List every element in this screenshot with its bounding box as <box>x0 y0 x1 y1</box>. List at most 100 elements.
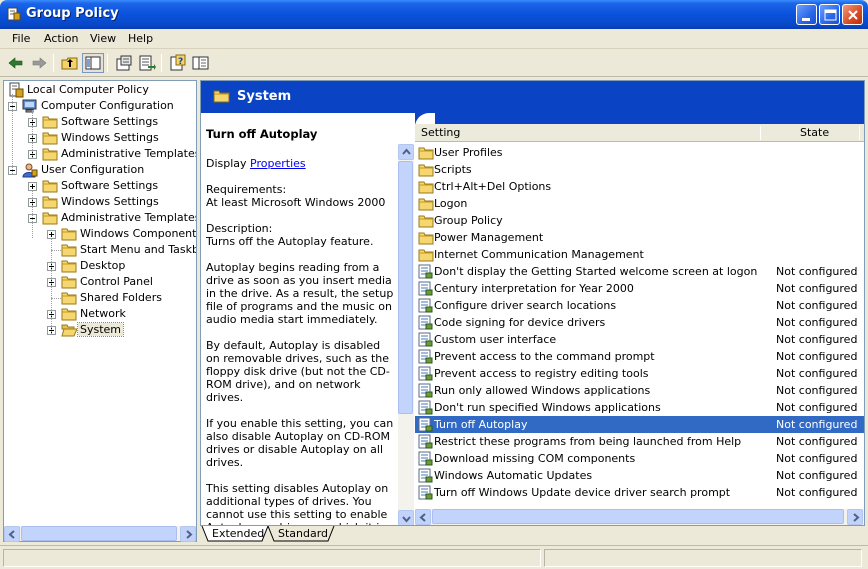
setting-name: Don't display the Getting Started welcom… <box>434 265 758 278</box>
tree-node-label: Local Computer Policy <box>27 83 149 96</box>
folder-banner: System <box>201 81 864 113</box>
tree-scroll-thumb[interactable] <box>21 526 177 541</box>
tree-node[interactable]: Local Computer Policy <box>4 82 196 98</box>
list-folder-item[interactable]: Logon <box>415 195 864 212</box>
list-setting-item[interactable]: Code signing for device drivers Not confi… <box>415 314 864 331</box>
properties-link[interactable]: Properties <box>250 157 306 170</box>
list-setting-item[interactable]: Restrict these programs from being launc… <box>415 433 864 450</box>
tree-node[interactable]: Control Panel <box>4 274 196 290</box>
folder-icon <box>61 306 77 322</box>
requirements-value: At least Microsoft Windows 2000 <box>206 196 386 209</box>
banner-title: System <box>237 89 292 104</box>
title-bar[interactable]: Group Policy <box>0 0 868 29</box>
folder-icon <box>418 145 434 160</box>
menu-view[interactable]: View <box>90 32 116 45</box>
setting-icon <box>418 468 433 483</box>
list-setting-item[interactable]: Turn off Windows Update device driver se… <box>415 484 864 501</box>
arrow-left-icon <box>8 530 15 539</box>
tree-node[interactable]: Shared Folders <box>4 290 196 306</box>
folder-icon <box>418 230 434 245</box>
list-folder-item[interactable]: User Profiles <box>415 144 864 161</box>
list-setting-item[interactable]: Configure driver search locations Not con… <box>415 297 864 314</box>
list-setting-item[interactable]: Don't display the Getting Started welcom… <box>415 263 864 280</box>
setting-icon <box>418 298 433 313</box>
list-setting-item[interactable]: Century interpretation for Year 2000 Not … <box>415 280 864 297</box>
minimize-icon <box>802 18 810 21</box>
folder-icon <box>61 226 77 242</box>
setting-state: Not configured <box>776 282 858 295</box>
list-scroll-thumb[interactable] <box>432 509 844 524</box>
column-header-state[interactable]: State <box>800 126 829 139</box>
arrow-left-icon <box>419 513 426 522</box>
menu-bar: File Action View Help <box>0 29 868 49</box>
tree-node[interactable]: System <box>4 322 196 338</box>
setting-name: Restrict these programs from being launc… <box>434 435 742 448</box>
description-scroll-up-button[interactable] <box>398 144 414 160</box>
setting-name: Code signing for device drivers <box>434 316 606 329</box>
help-button[interactable]: ? <box>167 53 189 73</box>
setting-name: Don't run specified Windows applications <box>434 401 661 414</box>
tree-node[interactable]: Network <box>4 306 196 322</box>
list-setting-item[interactable]: Prevent access to the command prompt Not … <box>415 348 864 365</box>
description-vertical-scrollbar[interactable] <box>398 144 414 525</box>
list-setting-item[interactable]: Download missing COM components Not confi… <box>415 450 864 467</box>
setting-icon <box>418 485 433 500</box>
list-folder-item[interactable]: Internet Communication Management <box>415 246 864 263</box>
setting-name: Custom user interface <box>434 333 557 346</box>
back-button[interactable] <box>5 53 27 73</box>
list-setting-item[interactable]: Turn off Autoplay Not configured <box>415 416 864 433</box>
menu-help[interactable]: Help <box>128 32 153 45</box>
list-horizontal-scrollbar[interactable] <box>415 509 864 525</box>
list-folder-item[interactable]: Group Policy <box>415 212 864 229</box>
setting-name: Power Management <box>434 231 544 244</box>
show-hide-console-tree-button[interactable] <box>82 53 104 73</box>
show-hide-description-button[interactable] <box>190 53 212 73</box>
console-tree[interactable]: Local Computer Policy Computer Configurat… <box>3 80 197 542</box>
column-header-setting[interactable]: Setting <box>421 126 460 139</box>
list-setting-item[interactable]: Run only allowed Windows applications Not… <box>415 382 864 399</box>
list-scroll-left-button[interactable] <box>415 509 431 525</box>
setting-name: Turn off Autoplay <box>434 418 528 431</box>
list-setting-item[interactable]: Prevent access to registry editing tools… <box>415 365 864 382</box>
description-scroll-down-button[interactable] <box>398 510 414 525</box>
list-folder-item[interactable]: Scripts <box>415 161 864 178</box>
menu-file[interactable]: File <box>12 32 30 45</box>
tree-node[interactable]: Start Menu and Taskbar <box>4 242 196 258</box>
list-folder-item[interactable]: Power Management <box>415 229 864 246</box>
tree-node[interactable]: User Configuration <box>4 162 196 178</box>
list-scroll-right-button[interactable] <box>847 509 863 525</box>
list-setting-item[interactable]: Windows Automatic Updates Not configured <box>415 467 864 484</box>
minimize-button[interactable] <box>796 4 817 25</box>
list-folder-item[interactable]: Ctrl+Alt+Del Options <box>415 178 864 195</box>
tree-node[interactable]: Desktop <box>4 258 196 274</box>
setting-state: Not configured <box>776 418 858 431</box>
arrow-down-icon <box>402 516 411 523</box>
export-list-button[interactable] <box>136 53 158 73</box>
maximize-icon <box>824 9 837 21</box>
setting-icon <box>418 366 433 381</box>
close-button[interactable] <box>842 4 863 25</box>
tree-scroll-right-button[interactable] <box>180 526 196 542</box>
up-one-level-button[interactable] <box>59 53 81 73</box>
arrow-up-icon <box>402 148 411 155</box>
menu-action[interactable]: Action <box>44 32 78 45</box>
setting-state: Not configured <box>776 452 858 465</box>
setting-name: Logon <box>434 197 468 210</box>
forward-button[interactable] <box>28 53 50 73</box>
tree-horizontal-scrollbar[interactable] <box>3 526 197 542</box>
list-setting-item[interactable]: Don't run specified Windows applications… <box>415 399 864 416</box>
tree-node-label: System <box>76 322 125 337</box>
description-paragraph: If you enable this setting, you can also… <box>206 417 394 469</box>
properties-button[interactable] <box>113 53 135 73</box>
tree-node-label: Start Menu and Taskbar <box>80 243 196 256</box>
tab-standard[interactable]: Standard <box>278 526 332 542</box>
setting-name: Century interpretation for Year 2000 <box>434 282 634 295</box>
setting-name: Windows Automatic Updates <box>434 469 593 482</box>
list-header: Setting State <box>415 124 864 142</box>
tab-extended[interactable]: Extended <box>212 526 266 542</box>
folder-icon <box>418 213 434 228</box>
list-setting-item[interactable]: Custom user interface Not configured <box>415 331 864 348</box>
tree-scroll-left-button[interactable] <box>4 526 20 542</box>
maximize-button[interactable] <box>819 4 840 25</box>
description-scroll-thumb[interactable] <box>398 161 413 414</box>
